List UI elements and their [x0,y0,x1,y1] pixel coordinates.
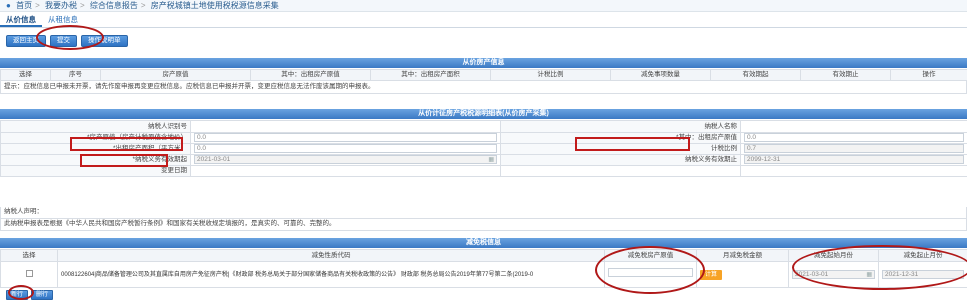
section-title-detail: 从价计征房产税税源明细表(从价房产采集) [0,109,967,119]
calendar-icon[interactable]: ▦ [488,156,496,164]
annotation-oval [8,285,34,300]
start-date-field[interactable]: 2021-03-01 ▦ [194,155,497,164]
col-header: 操作 [890,69,967,81]
col-header: 序号 [50,69,101,81]
col-header: 选择 [0,69,51,81]
col-header: 其中：出租房产原值 [250,69,371,81]
change-date-label: 变更日期 [0,165,191,177]
relief-code-select[interactable]: 0008122604|商品储备管理公司及其直属库自用房产免征房产税|《财政部 税… [57,261,605,288]
taxpayer-id-value [190,120,501,133]
breadcrumb-report[interactable]: 综合信息报告 [90,1,138,10]
tab-price-info[interactable]: 从价信息 [0,13,42,27]
declarant-label: 纳税人声明： [0,207,967,219]
rent-value-input[interactable]: 0.0 [744,133,964,142]
taxpayer-name-value [740,120,967,133]
col-header: 有效期止 [800,69,891,81]
annotation-oval [36,25,104,50]
breadcrumb: ● 首页 > 我要办税 > 综合信息报告 > 房产税城镇土地使用税税源信息采集 [0,0,967,12]
annotation-box [80,154,168,167]
col-header: 月减免税金额 [696,249,789,262]
annotation-box [575,137,690,151]
col-header: 减免事项数量 [610,69,711,81]
col-header: 选择 [0,249,58,262]
end-date-field: 2099-12-31 [744,155,964,164]
col-header: 减免性质代码 [57,249,605,262]
breadcrumb-tax[interactable]: 我要办税 [45,1,77,10]
change-date-value [190,165,501,177]
location-pin-icon: ● [6,1,11,10]
rent-area-input[interactable]: 0.0 [194,144,497,153]
taxpayer-id-label: 纳税人识别号 [0,120,191,133]
col-header: 计税比例 [490,69,611,81]
section-title-price-info: 从价房产信息 [0,58,967,68]
col-header: 其中：出租房产面积 [370,69,491,81]
row-checkbox[interactable] [25,270,33,278]
delete-row-button[interactable]: 删行 [31,290,54,300]
col-header: 有效期起 [710,69,801,81]
table-header-row: 选择 序号 房产原值 其中：出租房产原值 其中：出租房产面积 计税比例 减免事项… [0,69,967,81]
relief-code-text: 0008122604|商品储备管理公司及其直属库自用房产免征房产税|《财政部 税… [61,271,534,278]
tab-divider [0,27,967,28]
annotation-oval [792,245,967,290]
taxpayer-name-label: 纳税人名称 [500,120,741,133]
breadcrumb-current: 房产税城镇土地使用税税源信息采集 [150,1,279,10]
hint-text: 提示：应税信息已申报未开票，请先作废申报再变更应税信息。应税信息已申报并开票，变… [0,81,967,94]
start-date-value: 2021-03-01 [197,156,231,163]
breadcrumb-home[interactable]: 首页 [16,1,32,10]
annotation-box [70,137,183,151]
original-value-input[interactable]: 0.0 [194,133,497,142]
section-title-relief: 减免税信息 [0,238,967,248]
price-info-table: 选择 序号 房产原值 其中：出租房产原值 其中：出租房产面积 计税比例 减免事项… [0,69,967,81]
annotation-oval [595,246,705,294]
col-header: 房产原值 [100,69,251,81]
form-row: 纳税人识别号 纳税人名称 [0,120,967,133]
tax-ratio-field: 0.7 [744,144,964,153]
end-date-label: 纳税义务有效期止 [500,154,741,166]
declaration-text: 此纳税申报表是根据《中华人民共和国房产税暂行条例》和国家有关税收规定填报的，是真… [0,219,967,231]
form-row: 变更日期 [0,165,967,177]
